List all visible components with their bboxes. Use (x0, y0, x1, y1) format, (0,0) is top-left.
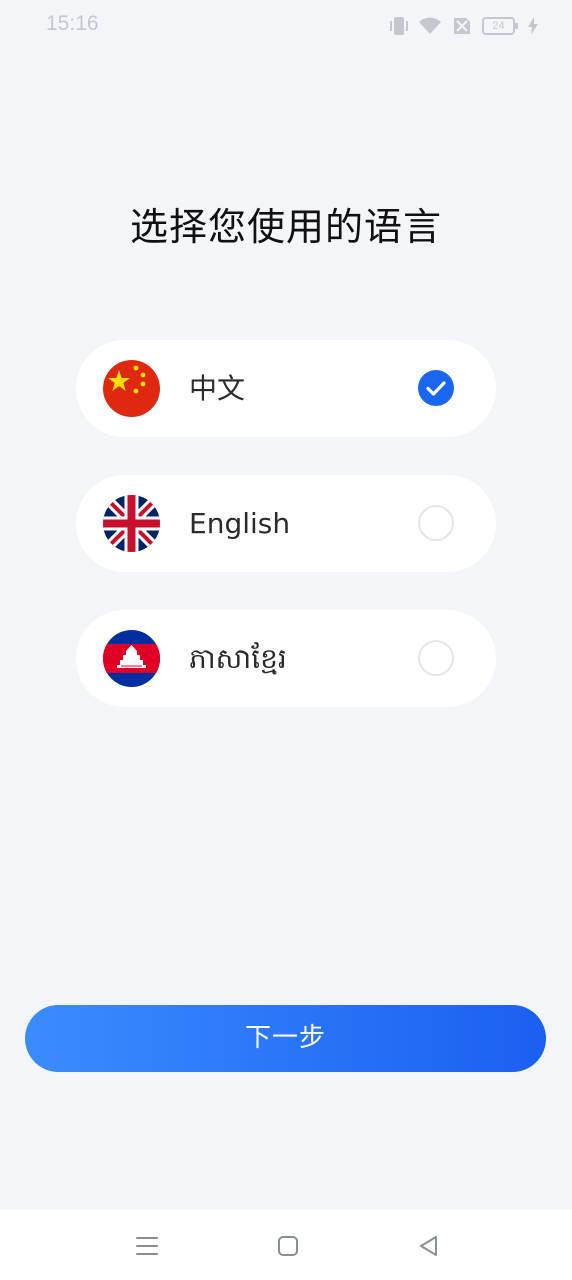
language-option-english[interactable]: English (76, 475, 496, 572)
china-flag-icon (103, 360, 160, 417)
page-title: 选择您使用的语言 (129, 205, 442, 249)
language-option-khmer[interactable]: ភាសាខ្មែរ (76, 610, 496, 707)
vibrate-icon (390, 15, 408, 37)
radio-checked[interactable] (418, 370, 454, 406)
charging-icon (528, 17, 538, 35)
radio-unchecked[interactable] (418, 505, 454, 541)
language-option-chinese[interactable]: 中文 (76, 340, 496, 437)
wifi-icon (418, 16, 442, 36)
status-icons: 24 (390, 14, 538, 38)
next-button[interactable]: 下一步 (25, 1005, 546, 1072)
battery-icon: 24 (482, 16, 518, 36)
language-label: 中文 (189, 372, 246, 405)
sim-off-icon (452, 16, 472, 36)
language-label: English (189, 507, 291, 540)
language-label: ភាសាខ្មែរ (189, 642, 287, 675)
battery-level: 24 (492, 20, 505, 32)
radio-unchecked[interactable] (418, 640, 454, 676)
check-icon (426, 381, 446, 396)
status-bar: 15:16 24 (0, 0, 572, 52)
menu-icon[interactable] (133, 1232, 161, 1260)
home-icon[interactable] (274, 1232, 302, 1260)
back-icon[interactable] (415, 1232, 443, 1260)
language-list: 中文 English ភាសាខ្មែរ (76, 340, 496, 745)
cambodia-flag-icon (103, 630, 160, 687)
status-time: 15:16 (46, 12, 99, 35)
uk-flag-icon (103, 495, 160, 552)
navigation-bar (0, 1210, 572, 1280)
